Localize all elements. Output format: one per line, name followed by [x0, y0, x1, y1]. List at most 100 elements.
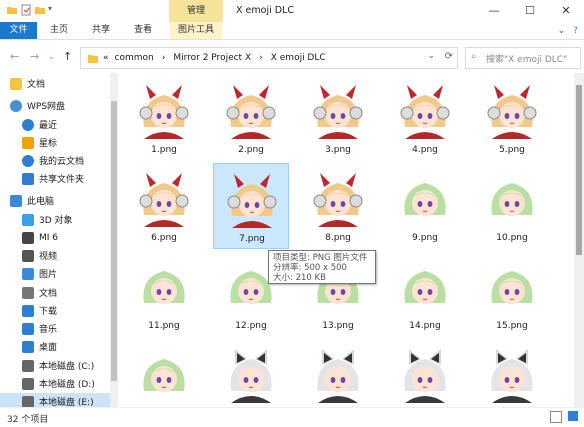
properties-icon[interactable] [20, 4, 32, 16]
breadcrumb-common[interactable]: common [115, 53, 154, 63]
navigation-bar: ← → ⌄ ↑ « common › Mirror 2 Project X › … [0, 40, 584, 73]
file-name: 7.png [239, 234, 265, 244]
file-item[interactable]: 9.png [387, 163, 463, 249]
sidebar-item[interactable]: 共享文件夹 [0, 170, 110, 187]
minimize-button[interactable]: — [476, 0, 512, 22]
file-item[interactable]: 15.png [474, 251, 550, 337]
address-dropdown-icon[interactable]: ⌄ [427, 51, 435, 61]
sidebar-item[interactable]: 图片 [0, 265, 110, 282]
sidebar-item[interactable]: 本地磁盘 (C:) [0, 357, 110, 374]
file-name: 10.png [496, 233, 528, 243]
expand-ribbon-icon[interactable]: ⌄ [558, 26, 566, 36]
sidebar-item-label: WPS网盘 [27, 102, 66, 112]
tab-picture-tools[interactable]: 图片工具 [170, 22, 222, 39]
breadcrumb-mirror2[interactable]: Mirror 2 Project X [173, 53, 251, 63]
sidebar-item[interactable]: 最近 [0, 116, 110, 133]
file-item[interactable]: 1.png [126, 75, 202, 161]
sidebar-item[interactable]: MI 6 [0, 229, 110, 246]
up-arrow-icon[interactable]: ↑ [63, 50, 72, 63]
file-item[interactable] [213, 339, 289, 407]
large-icons-view-icon[interactable] [568, 411, 578, 421]
file-item[interactable]: 11.png [126, 251, 202, 337]
customize-quick-access-icon[interactable]: ▾ [48, 4, 60, 16]
sidebar-item-label: 音乐 [39, 325, 58, 335]
file-name: 5.png [499, 145, 525, 155]
desktop-icon [22, 340, 34, 353]
file-name: 11.png [148, 321, 180, 331]
sidebar-item[interactable]: 我的云文档 [0, 152, 110, 169]
close-button[interactable]: ✕ [548, 0, 584, 22]
file-thumbnail [482, 345, 542, 405]
file-item[interactable] [126, 339, 202, 407]
sidebar-item-label: 星标 [39, 139, 58, 149]
video-icon [22, 249, 34, 262]
download-icon [22, 304, 34, 317]
sidebar-item[interactable]: WPS网盘 [0, 97, 110, 114]
file-item[interactable]: 8.png [300, 163, 376, 249]
sidebar-item-label: 图片 [39, 270, 58, 280]
sidebar-item[interactable]: 视频 [0, 247, 110, 264]
file-item[interactable]: 6.png [126, 163, 202, 249]
file-item[interactable]: 4.png [387, 75, 463, 161]
content-scrollbar[interactable] [574, 73, 584, 407]
drive-icon [22, 395, 34, 408]
file-item[interactable]: 5.png [474, 75, 550, 161]
file-name: 2.png [238, 145, 264, 155]
file-name: 9.png [412, 233, 438, 243]
sidebar-item[interactable]: 下载 [0, 302, 110, 319]
sidebar-scrollbar[interactable] [110, 73, 118, 407]
content-scroll-thumb[interactable] [576, 85, 582, 255]
breadcrumb-overflow[interactable]: « [103, 53, 109, 63]
file-thumbnail [134, 81, 194, 141]
tab-home[interactable]: 主页 [44, 22, 74, 39]
folder-icon[interactable] [6, 4, 18, 16]
sidebar-item[interactable]: 3D 对象 [0, 211, 110, 228]
sidebar-item-label: 桌面 [39, 343, 58, 353]
sidebar-item-label: 视频 [39, 252, 58, 262]
sidebar-item[interactable]: 本地磁盘 (D:) [0, 375, 110, 392]
sidebar-item[interactable]: 此电脑 [0, 192, 110, 209]
computer-icon [10, 194, 22, 207]
recent-locations-icon[interactable]: ⌄ [48, 52, 55, 61]
file-thumbnail [308, 169, 368, 229]
sidebar-item[interactable]: 文档 [0, 75, 110, 92]
sidebar-item[interactable]: 文档 [0, 284, 110, 301]
new-folder-icon[interactable] [34, 4, 46, 16]
file-item[interactable]: 7.png [213, 163, 289, 249]
file-name: 4.png [412, 145, 438, 155]
forward-arrow-icon[interactable]: → [30, 50, 39, 63]
file-thumbnail [482, 81, 542, 141]
sidebar-item-label: 本地磁盘 (D:) [39, 380, 95, 390]
sidebar-item-label: 最近 [39, 121, 58, 131]
file-thumbnail [482, 169, 542, 229]
file-item[interactable]: 10.png [474, 163, 550, 249]
back-arrow-icon[interactable]: ← [10, 50, 19, 63]
file-item[interactable] [474, 339, 550, 407]
search-input[interactable]: ⌕ 搜索"X emoji DLC" [465, 47, 581, 69]
file-tab[interactable]: 文件 [0, 22, 37, 39]
sidebar-item[interactable]: 星标 [0, 134, 110, 151]
sidebar-item[interactable]: 桌面 [0, 338, 110, 355]
sidebar-item-label: 文档 [39, 289, 58, 299]
file-item[interactable] [300, 339, 376, 407]
file-name: 14.png [409, 321, 441, 331]
file-thumbnail [395, 345, 455, 405]
tab-share[interactable]: 共享 [86, 22, 116, 39]
file-item[interactable]: 14.png [387, 251, 463, 337]
manage-context-tab[interactable]: 管理 [169, 0, 223, 22]
maximize-button[interactable]: ☐ [512, 0, 548, 22]
address-bar[interactable]: « common › Mirror 2 Project X › X emoji … [80, 47, 458, 69]
sidebar-item[interactable]: 音乐 [0, 320, 110, 337]
tab-view[interactable]: 查看 [128, 22, 158, 39]
file-item[interactable] [387, 339, 463, 407]
search-placeholder: 搜索"X emoji DLC" [486, 55, 568, 65]
sidebar-scroll-thumb[interactable] [111, 101, 117, 381]
details-view-icon[interactable] [550, 411, 562, 423]
file-item[interactable]: 3.png [300, 75, 376, 161]
refresh-icon[interactable]: ⟳ [445, 51, 453, 62]
help-icon[interactable]: ? [573, 26, 578, 36]
file-name: 15.png [496, 321, 528, 331]
breadcrumb-x-emoji-dlc[interactable]: X emoji DLC [271, 53, 326, 63]
file-grid: 1.png 2.png 3.png 4.png 5.png 6.png 7.png 8.png… [122, 73, 574, 407]
file-item[interactable]: 2.png [213, 75, 289, 161]
